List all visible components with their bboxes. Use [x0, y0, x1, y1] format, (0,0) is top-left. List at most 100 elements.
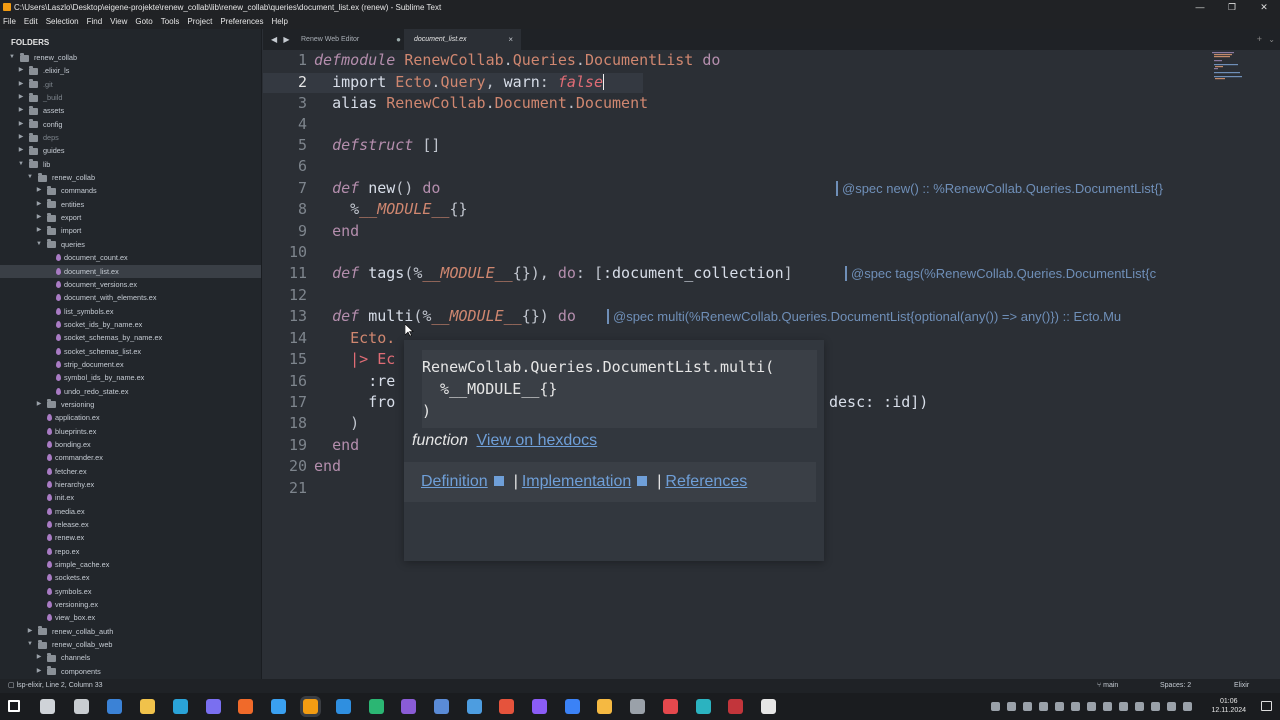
- tree-file[interactable]: media.ex: [0, 505, 261, 518]
- tree-file[interactable]: fetcher.ex: [0, 465, 261, 478]
- terminal-icon[interactable]: [74, 699, 89, 714]
- tree-folder[interactable]: ▶ channels: [0, 651, 261, 664]
- app-icon-yellow[interactable]: [597, 699, 612, 714]
- tab-renew-web-editor[interactable]: Renew Web Editor ●: [291, 29, 411, 50]
- tree-file[interactable]: undo_redo_state.ex: [0, 385, 261, 398]
- tree-file[interactable]: symbols.ex: [0, 585, 261, 598]
- tab-nav-arrows[interactable]: ◀ ▶: [271, 29, 292, 50]
- tray-icon[interactable]: [991, 702, 1000, 711]
- tree-file[interactable]: strip_document.ex: [0, 358, 261, 371]
- app-icon-blue[interactable]: [467, 699, 482, 714]
- tree-folder[interactable]: ▶ entities: [0, 198, 261, 211]
- database-icon[interactable]: [630, 699, 645, 714]
- tree-folder[interactable]: ▶ config: [0, 118, 261, 131]
- tree-folder[interactable]: ▶ assets: [0, 104, 261, 117]
- chevron-right-icon[interactable]: ▶: [35, 211, 43, 224]
- chevron-down-icon[interactable]: ▼: [26, 171, 34, 184]
- tree-folder[interactable]: ▶ commands: [0, 184, 261, 197]
- tree-file[interactable]: blueprints.ex: [0, 425, 261, 438]
- menu-item-selection[interactable]: Selection: [46, 15, 79, 29]
- chevron-right-icon[interactable]: ▶: [35, 398, 43, 411]
- tree-file[interactable]: list_symbols.ex: [0, 305, 261, 318]
- mail-icon[interactable]: [565, 699, 580, 714]
- chrome-icon[interactable]: [271, 699, 286, 714]
- new-tab-icon[interactable]: +: [1257, 29, 1262, 50]
- close-button[interactable]: ✕: [1248, 0, 1280, 15]
- split-view-icon[interactable]: [493, 476, 504, 486]
- tree-folder[interactable]: ▶ versioning: [0, 398, 261, 411]
- app-icon-maroon[interactable]: [728, 699, 743, 714]
- restore-button[interactable]: ❐: [1216, 0, 1248, 15]
- implementation-link[interactable]: Implementation: [522, 473, 631, 490]
- tree-file[interactable]: view_box.ex: [0, 611, 261, 624]
- tray-icon[interactable]: [1103, 702, 1112, 711]
- tree-folder[interactable]: ▶ _build: [0, 91, 261, 104]
- indentation-status[interactable]: Spaces: 2: [1160, 679, 1191, 693]
- references-link[interactable]: References: [665, 473, 747, 490]
- tree-file[interactable]: document_versions.ex: [0, 278, 261, 291]
- app-icon-red[interactable]: [663, 699, 678, 714]
- tab-document-list[interactable]: document_list.ex ×: [404, 29, 521, 50]
- tree-folder[interactable]: ▼ renew_collab: [0, 171, 261, 184]
- tree-file[interactable]: commander.ex: [0, 451, 261, 464]
- tree-file[interactable]: repo.ex: [0, 545, 261, 558]
- tree-folder[interactable]: ▼ queries: [0, 238, 261, 251]
- tree-file[interactable]: socket_schemas_by_name.ex: [0, 331, 261, 344]
- menu-item-goto[interactable]: Goto: [135, 15, 152, 29]
- obsidian-icon[interactable]: [532, 699, 547, 714]
- tab-menu-icon[interactable]: ⌄: [1268, 29, 1275, 50]
- task-view-icon[interactable]: [40, 699, 55, 714]
- firefox-icon[interactable]: [238, 699, 253, 714]
- tray-icon[interactable]: [1007, 702, 1016, 711]
- discord-icon[interactable]: [206, 699, 221, 714]
- git-branch-status[interactable]: ⑂ main: [1097, 679, 1118, 693]
- tree-folder[interactable]: ▼ renew_collab: [0, 51, 261, 64]
- sublime-icon[interactable]: [303, 699, 318, 714]
- tree-file[interactable]: simple_cache.ex: [0, 558, 261, 571]
- menu-item-find[interactable]: Find: [87, 15, 103, 29]
- taskbar-clock[interactable]: 01:06 12.11.2024: [1211, 697, 1246, 715]
- menu-item-tools[interactable]: Tools: [161, 15, 180, 29]
- spec-hint-tags[interactable]: @spec tags(%RenewCollab.Queries.Document…: [845, 266, 1213, 281]
- app-icon-white[interactable]: [761, 699, 776, 714]
- tree-file[interactable]: renew.ex: [0, 531, 261, 544]
- tree-file[interactable]: socket_schemas_list.ex: [0, 345, 261, 358]
- tray-icon[interactable]: [1119, 702, 1128, 711]
- menu-item-preferences[interactable]: Preferences: [220, 15, 263, 29]
- tree-file[interactable]: bonding.ex: [0, 438, 261, 451]
- tree-file[interactable]: release.ex: [0, 518, 261, 531]
- chevron-right-icon[interactable]: ▶: [35, 665, 43, 678]
- chevron-right-icon[interactable]: ▶: [35, 651, 43, 664]
- chevron-down-icon[interactable]: ▼: [26, 638, 34, 651]
- tree-file[interactable]: document_with_elements.ex: [0, 291, 261, 304]
- chevron-down-icon[interactable]: ▼: [8, 51, 16, 64]
- tree-file[interactable]: sockets.ex: [0, 571, 261, 584]
- tree-file[interactable]: document_count.ex: [0, 251, 261, 264]
- chevron-right-icon[interactable]: ▶: [35, 184, 43, 197]
- chevron-right-icon[interactable]: ▶: [17, 91, 25, 104]
- chevron-right-icon[interactable]: ▶: [17, 118, 25, 131]
- tray-icon[interactable]: [1039, 702, 1048, 711]
- tray-icon[interactable]: [1087, 702, 1096, 711]
- browser-icon[interactable]: [107, 699, 122, 714]
- tray-icon[interactable]: [1071, 702, 1080, 711]
- spec-hint-multi[interactable]: @spec multi(%RenewCollab.Queries.Documen…: [607, 309, 1213, 324]
- visual-studio-icon[interactable]: [401, 699, 416, 714]
- view-on-hexdocs-link[interactable]: View on hexdocs: [477, 432, 598, 449]
- minimap[interactable]: [1212, 52, 1242, 82]
- minimize-button[interactable]: —: [1184, 0, 1216, 15]
- chevron-right-icon[interactable]: ▶: [17, 131, 25, 144]
- tree-folder[interactable]: ▶ deps: [0, 131, 261, 144]
- tree-file[interactable]: init.ex: [0, 491, 261, 504]
- tree-folder[interactable]: ▶ .elixir_ls: [0, 64, 261, 77]
- tree-folder[interactable]: ▶ guides: [0, 144, 261, 157]
- git-icon[interactable]: [499, 699, 514, 714]
- spec-hint-new[interactable]: @spec new() :: %RenewCollab.Queries.Docu…: [836, 181, 1163, 196]
- chevron-right-icon[interactable]: ▶: [17, 104, 25, 117]
- menu-item-file[interactable]: File: [3, 15, 16, 29]
- tree-folder[interactable]: ▼ lib: [0, 158, 261, 171]
- folder-icon[interactable]: [140, 699, 155, 714]
- definition-link[interactable]: Definition: [421, 473, 488, 490]
- app-icon-teal[interactable]: [696, 699, 711, 714]
- vscode-insiders-icon[interactable]: [369, 699, 384, 714]
